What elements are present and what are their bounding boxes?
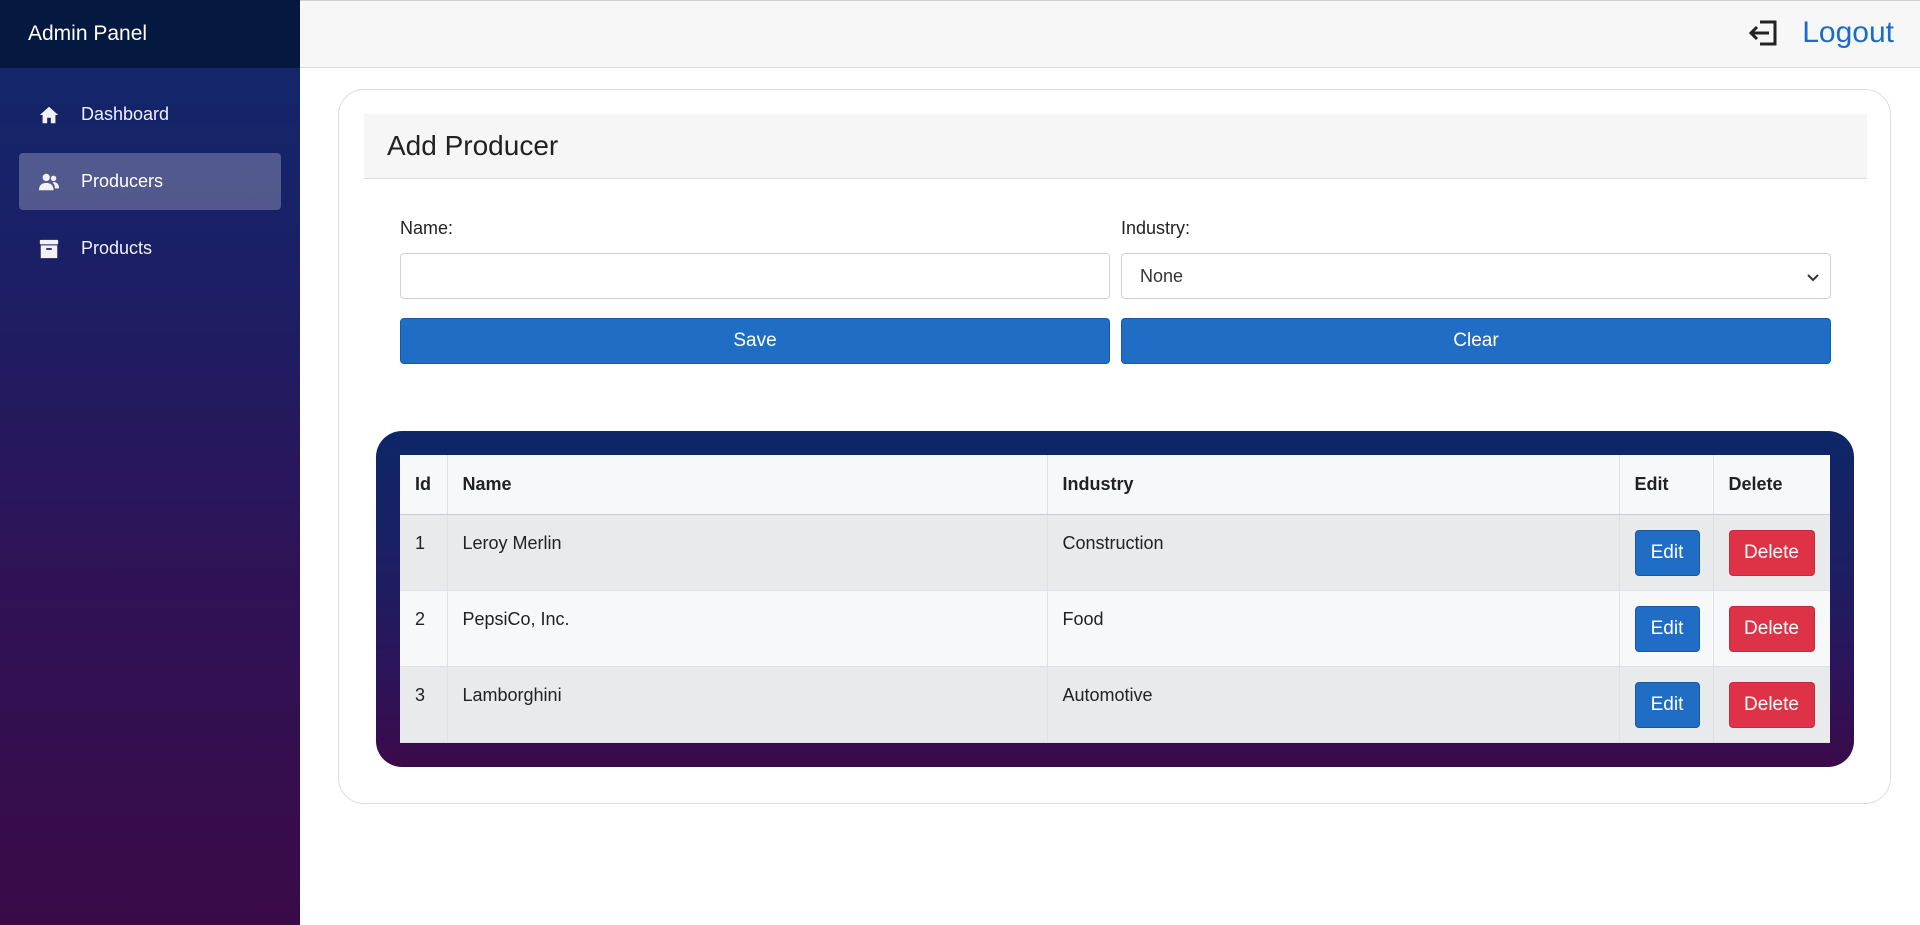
cell-edit: Edit [1619, 666, 1714, 743]
cell-name: PepsiCo, Inc. [447, 590, 1048, 667]
producers-table: Id Name Industry Edit Delete 1 Leroy Mer… [400, 455, 1830, 743]
cell-delete: Delete [1713, 666, 1830, 743]
cell-industry: Construction [1047, 514, 1620, 591]
industry-label: Industry: [1121, 218, 1191, 238]
table-row: 1 Leroy Merlin Construction Edit Delete [400, 514, 1830, 591]
sidebar-item-producers[interactable]: Producers [19, 153, 281, 210]
cell-id: 1 [400, 514, 448, 591]
sidebar-item-label: Products [81, 238, 153, 258]
page-title: Add Producer [364, 114, 1867, 179]
sidebar-item-products[interactable]: Products [19, 220, 281, 277]
name-input[interactable] [400, 253, 1110, 299]
column-header-edit: Edit [1619, 455, 1714, 515]
delete-button[interactable]: Delete [1728, 681, 1815, 728]
sidebar-nav: Dashboard Producers Products [0, 68, 300, 277]
edit-button[interactable]: Edit [1634, 605, 1700, 652]
logout-button[interactable]: Logout [1748, 16, 1894, 50]
cell-industry: Automotive [1047, 666, 1620, 743]
name-label: Name: [400, 218, 454, 238]
users-icon [37, 170, 61, 194]
sidebar-item-label: Producers [81, 171, 164, 191]
cell-edit: Edit [1619, 514, 1714, 591]
industry-select[interactable]: None [1121, 253, 1831, 299]
box-icon [37, 237, 61, 261]
column-header-name: Name [447, 455, 1048, 515]
cell-name: Lamborghini [447, 666, 1048, 743]
cell-delete: Delete [1713, 514, 1830, 591]
column-header-industry: Industry [1047, 455, 1620, 515]
cell-edit: Edit [1619, 590, 1714, 667]
table-row: 3 Lamborghini Automotive Edit Delete [400, 666, 1830, 743]
cell-delete: Delete [1713, 590, 1830, 667]
industry-selected-value: None [1140, 265, 1184, 286]
delete-button[interactable]: Delete [1728, 605, 1815, 652]
save-button[interactable]: Save [400, 318, 1110, 364]
cell-id: 2 [400, 590, 448, 667]
cell-name: Leroy Merlin [447, 514, 1048, 591]
chevron-down-icon [1804, 268, 1822, 286]
table-row: 2 PepsiCo, Inc. Food Edit Delete [400, 590, 1830, 667]
edit-button[interactable]: Edit [1634, 529, 1700, 576]
cell-id: 3 [400, 666, 448, 743]
producers-table-container: Id Name Industry Edit Delete 1 Leroy Mer… [376, 431, 1854, 767]
brand-title: Admin Panel [0, 0, 300, 68]
top-bar: Logout [300, 0, 1920, 68]
column-header-id: Id [400, 455, 448, 515]
column-header-delete: Delete [1713, 455, 1830, 515]
clear-button[interactable]: Clear [1121, 318, 1831, 364]
logout-icon [1748, 18, 1780, 48]
sidebar: Admin Panel Dashboard Producers Products [0, 0, 300, 925]
delete-button[interactable]: Delete [1728, 529, 1815, 576]
table-header-row: Id Name Industry Edit Delete [400, 455, 1830, 515]
logout-label: Logout [1802, 16, 1894, 49]
sidebar-item-dashboard[interactable]: Dashboard [19, 86, 281, 143]
edit-button[interactable]: Edit [1634, 681, 1700, 728]
producer-card: Add Producer Name: Industry: None Save C… [338, 89, 1891, 804]
sidebar-item-label: Dashboard [81, 104, 170, 124]
home-icon [37, 103, 61, 127]
cell-industry: Food [1047, 590, 1620, 667]
